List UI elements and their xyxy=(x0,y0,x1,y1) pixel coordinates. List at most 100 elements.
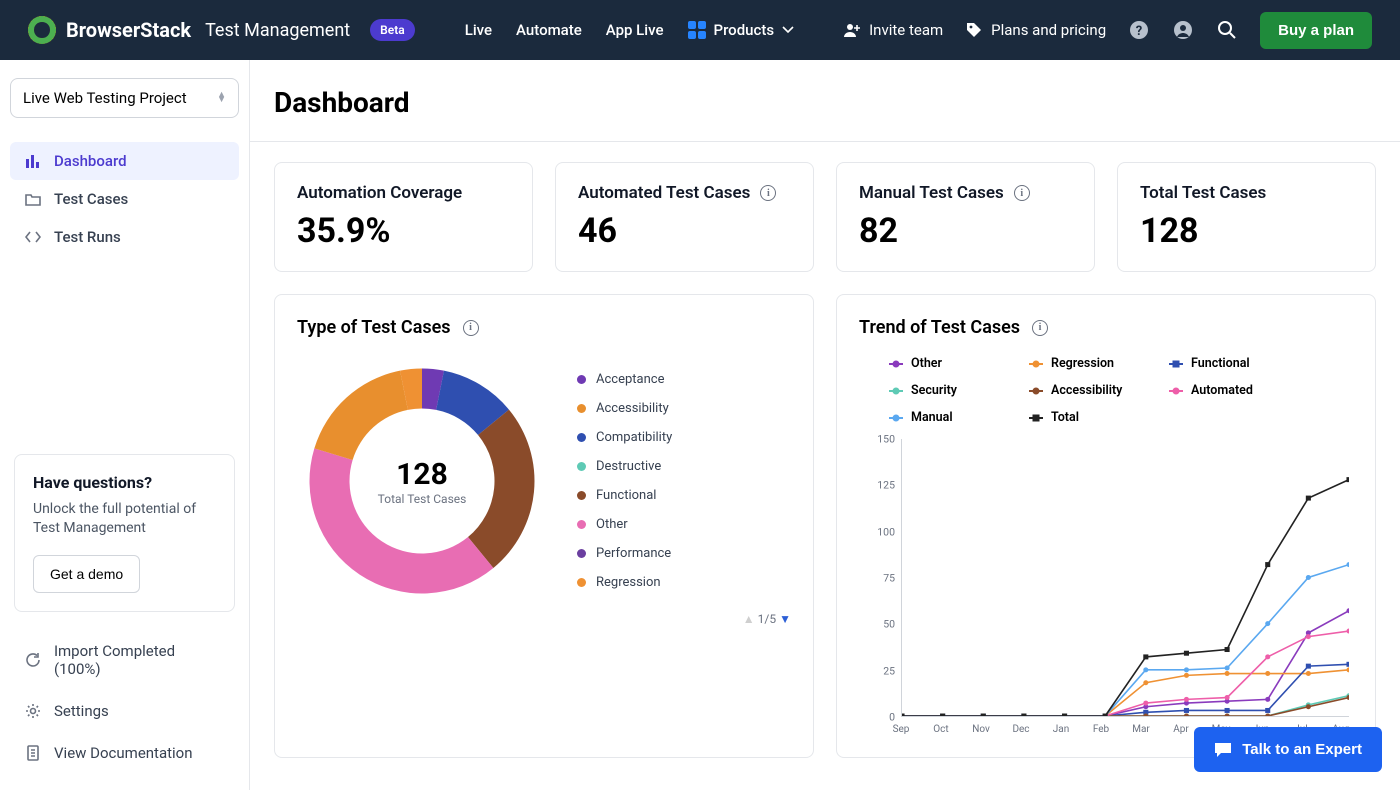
trend-chart: 0255075100125150SepOctNovDecJanFebMarApr… xyxy=(859,435,1353,735)
import-status-link[interactable]: Import Completed (100%) xyxy=(10,632,239,688)
talk-to-expert-label: Talk to an Expert xyxy=(1242,741,1362,758)
legend-label: Regression xyxy=(596,575,661,590)
project-selector[interactable]: Live Web Testing Project ▲▼ xyxy=(10,78,239,118)
legend-item: Regression xyxy=(1029,356,1129,371)
sidebar-item-label: Test Cases xyxy=(54,190,128,208)
legend-item: Automated xyxy=(1169,383,1269,398)
stat-title: Automated Test Cases xyxy=(578,183,750,203)
search-icon xyxy=(1217,20,1237,40)
invite-team-link[interactable]: Invite team xyxy=(843,21,943,39)
legend-swatch-icon xyxy=(889,417,903,419)
legend-item: Total xyxy=(1029,410,1129,425)
legend-swatch-icon xyxy=(1029,363,1043,365)
legend-label: Security xyxy=(911,383,957,398)
legend-label: Functional xyxy=(596,488,656,503)
y-axis-tick: 75 xyxy=(883,572,895,585)
sidebar-item-test-cases[interactable]: Test Cases xyxy=(10,180,239,218)
pager-up-icon[interactable]: ▲ xyxy=(743,612,755,626)
legend-label: Automated xyxy=(1191,383,1253,398)
questions-title: Have questions? xyxy=(33,473,216,492)
legend-label: Regression xyxy=(1051,356,1114,371)
legend-swatch-icon xyxy=(1169,390,1183,392)
legend-item: Manual xyxy=(889,410,989,425)
documentation-link[interactable]: View Documentation xyxy=(10,734,239,772)
chat-icon xyxy=(1214,742,1232,758)
nav-automate[interactable]: Automate xyxy=(516,21,582,39)
legend-item: Performance xyxy=(577,546,672,561)
user-icon xyxy=(1173,20,1193,40)
nav-applive[interactable]: App Live xyxy=(606,21,664,39)
legend-swatch-icon xyxy=(1029,417,1043,419)
legend-swatch-icon xyxy=(889,390,903,392)
invite-team-label: Invite team xyxy=(869,21,943,39)
nav-products-label: Products xyxy=(714,21,775,39)
project-selector-label: Live Web Testing Project xyxy=(23,89,187,107)
legend-label: Functional xyxy=(1191,356,1250,371)
legend-pager[interactable]: ▲ 1/5 ▼ xyxy=(297,612,791,626)
legend-item: Compatibility xyxy=(577,430,672,445)
legend-item: Regression xyxy=(577,575,672,590)
legend-item: Accessibility xyxy=(1029,383,1129,398)
x-axis-tick: Oct xyxy=(933,724,948,735)
nav-live[interactable]: Live xyxy=(465,21,492,39)
donut-center-value: 128 xyxy=(396,457,448,492)
legend-item: Accessibility xyxy=(577,401,672,416)
legend-label: Compatibility xyxy=(596,430,672,445)
select-arrows-icon: ▲▼ xyxy=(217,93,226,103)
questions-body: Unlock the full potential of Test Manage… xyxy=(33,500,216,539)
legend-item: Other xyxy=(889,356,989,371)
sidebar-item-dashboard[interactable]: Dashboard xyxy=(10,142,239,180)
sidebar-item-label: Dashboard xyxy=(54,152,127,170)
x-axis-tick: Sep xyxy=(893,724,910,735)
header-right: Invite team Plans and pricing ? Buy a pl… xyxy=(843,12,1372,49)
stat-value: 128 xyxy=(1140,211,1353,251)
stat-card-coverage: Automation Coverage 35.9% xyxy=(274,162,533,272)
legend-swatch-icon xyxy=(1029,390,1043,392)
info-icon[interactable]: i xyxy=(1014,185,1030,201)
info-icon[interactable]: i xyxy=(760,185,776,201)
donut-chart: 128 Total Test Cases xyxy=(297,356,547,606)
stat-title: Manual Test Cases xyxy=(859,183,1004,203)
gear-icon xyxy=(24,702,42,720)
person-add-icon xyxy=(843,22,861,38)
sidebar-item-label: Test Runs xyxy=(54,228,121,246)
y-axis-tick: 50 xyxy=(883,618,895,631)
donut-legend: AcceptanceAccessibilityCompatibilityDest… xyxy=(577,372,672,590)
stat-title: Total Test Cases xyxy=(1140,183,1353,203)
legend-label: Other xyxy=(596,517,628,532)
x-axis-tick: Mar xyxy=(1132,724,1150,735)
sidebar: Live Web Testing Project ▲▼ Dashboard Te… xyxy=(0,60,250,790)
brand-area: BrowserStack Test Management xyxy=(28,16,350,44)
info-icon[interactable]: i xyxy=(463,320,479,336)
stat-title: Automation Coverage xyxy=(297,183,510,203)
legend-swatch-icon xyxy=(577,404,586,413)
buy-plan-button[interactable]: Buy a plan xyxy=(1260,12,1372,49)
legend-item: Destructive xyxy=(577,459,672,474)
code-icon xyxy=(24,228,42,246)
x-axis-tick: Nov xyxy=(972,724,990,735)
x-axis-tick: Feb xyxy=(1093,724,1109,735)
settings-link[interactable]: Settings xyxy=(10,692,239,730)
pager-text: 1/5 xyxy=(758,612,776,626)
account-button[interactable] xyxy=(1172,19,1194,41)
get-demo-button[interactable]: Get a demo xyxy=(33,555,140,593)
legend-label: Performance xyxy=(596,546,671,561)
legend-swatch-icon xyxy=(577,433,586,442)
sidebar-item-test-runs[interactable]: Test Runs xyxy=(10,218,239,256)
bar-chart-icon xyxy=(24,152,42,170)
help-button[interactable]: ? xyxy=(1128,19,1150,41)
info-icon[interactable]: i xyxy=(1032,320,1048,336)
talk-to-expert-button[interactable]: Talk to an Expert xyxy=(1194,727,1382,772)
refresh-icon xyxy=(24,651,42,669)
y-axis-tick: 0 xyxy=(889,711,895,724)
nav-products[interactable]: Products xyxy=(688,21,795,39)
help-icon: ? xyxy=(1129,20,1149,40)
legend-swatch-icon xyxy=(577,462,586,471)
search-button[interactable] xyxy=(1216,19,1238,41)
legend-swatch-icon xyxy=(577,578,586,587)
plans-pricing-link[interactable]: Plans and pricing xyxy=(965,21,1106,39)
panel-title: Trend of Test Cases xyxy=(859,317,1020,338)
pager-down-icon[interactable]: ▼ xyxy=(779,612,791,626)
tag-icon xyxy=(965,21,983,39)
legend-swatch-icon xyxy=(1169,363,1183,365)
